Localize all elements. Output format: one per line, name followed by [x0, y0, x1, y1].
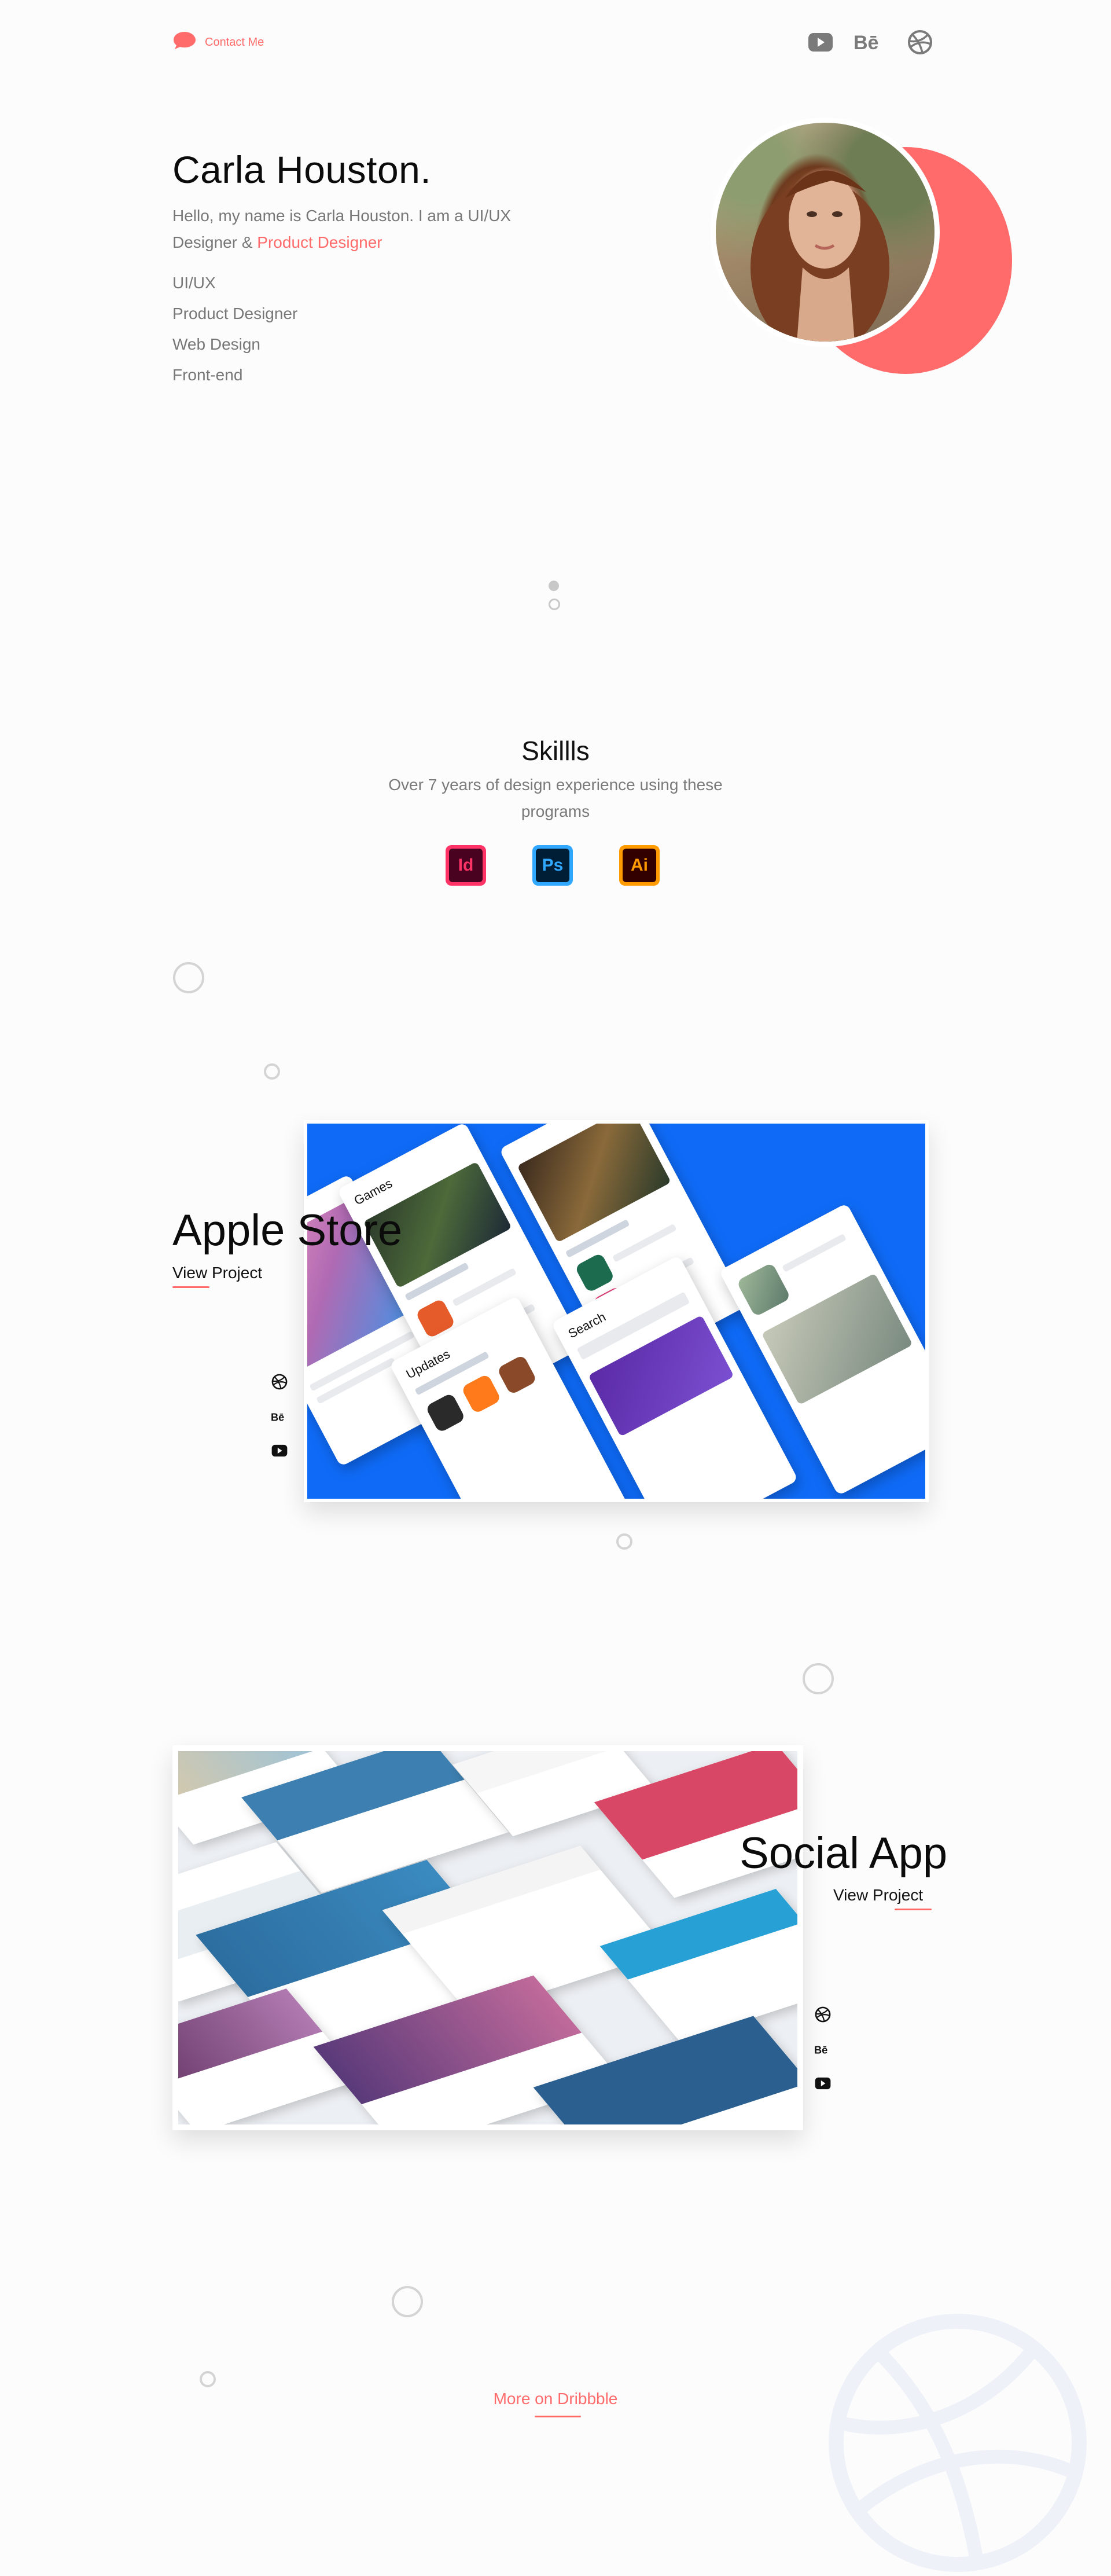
dribbble-watermark-icon	[827, 2313, 1088, 2573]
hero-intro-accent: Product Designer	[257, 233, 382, 251]
link-underline	[535, 2416, 581, 2417]
project-title-apple-store: Apple Store	[172, 1206, 403, 1255]
decorative-ring	[173, 962, 204, 993]
chat-bubble-icon	[172, 31, 197, 54]
scroll-indicator-dot[interactable]	[549, 599, 560, 610]
hero-skill-item: Product Designer	[172, 304, 298, 322]
project-social-links: Bē	[271, 1374, 288, 1457]
youtube-icon[interactable]	[815, 2077, 831, 2090]
profile-photo	[711, 118, 940, 347]
svg-text:Bē: Bē	[854, 32, 878, 53]
hero-skill-list: UI/UX Product Designer Web Design Front-…	[172, 267, 297, 390]
header-social-links	[806, 28, 835, 57]
svg-text:Bē: Bē	[814, 2044, 827, 2056]
decorative-ring	[803, 1663, 834, 1694]
svg-text:Bē: Bē	[271, 1411, 284, 1423]
photoshop-icon: Ps	[532, 845, 573, 886]
youtube-icon[interactable]	[271, 1444, 288, 1457]
hero-skill-item: UI/UX	[172, 274, 216, 292]
decorative-ring	[392, 2286, 423, 2317]
dribbble-icon[interactable]	[271, 1374, 288, 1390]
project-title-social-app: Social App	[740, 1829, 948, 1878]
social-app-mockup[interactable]	[172, 1745, 803, 2130]
link-underline	[895, 1909, 932, 1910]
mockup-background	[178, 1751, 797, 2124]
decorative-ring	[200, 2371, 216, 2387]
skills-description: Over 7 years of design experience using …	[388, 776, 723, 820]
indesign-abbr: Id	[449, 849, 483, 882]
illustrator-icon: Ai	[619, 845, 660, 886]
contact-me-link[interactable]: Contact Me	[172, 31, 264, 54]
apple-store-mockup[interactable]: Games Updates Search	[304, 1120, 929, 1502]
mockup-background: Games Updates Search	[307, 1124, 925, 1499]
decorative-ring	[616, 1533, 632, 1550]
scroll-indicator-dot-active[interactable]	[549, 581, 559, 591]
dribbble-icon[interactable]	[906, 28, 935, 57]
skills-title: Skillls	[521, 736, 590, 766]
view-project-link[interactable]: View Project	[172, 1264, 262, 1282]
link-underline	[172, 1286, 209, 1288]
hero-skill-item: Web Design	[172, 335, 261, 353]
hero-name: Carla Houston.	[172, 148, 432, 191]
illustrator-abbr: Ai	[623, 849, 656, 882]
mockup-games-title: Games	[351, 1176, 395, 1208]
view-project-link[interactable]: View Project	[833, 1886, 923, 1905]
hero-intro: Hello, my name is Carla Houston. I am a …	[172, 203, 554, 256]
header-behance: Bē	[854, 28, 886, 57]
hero-skill-item: Front-end	[172, 366, 243, 384]
behance-icon[interactable]: Bē	[271, 1411, 288, 1423]
photoshop-abbr: Ps	[536, 849, 569, 882]
header-dribbble	[906, 28, 935, 57]
contact-me-label: Contact Me	[205, 35, 264, 49]
project-social-links: Bē	[814, 2006, 832, 2090]
behance-icon[interactable]: Bē	[814, 2043, 832, 2056]
dribbble-icon[interactable]	[815, 2006, 831, 2023]
decorative-ring	[264, 1063, 280, 1080]
behance-icon[interactable]: Bē	[854, 28, 886, 57]
indesign-icon: Id	[446, 845, 486, 886]
youtube-icon[interactable]	[806, 28, 835, 57]
